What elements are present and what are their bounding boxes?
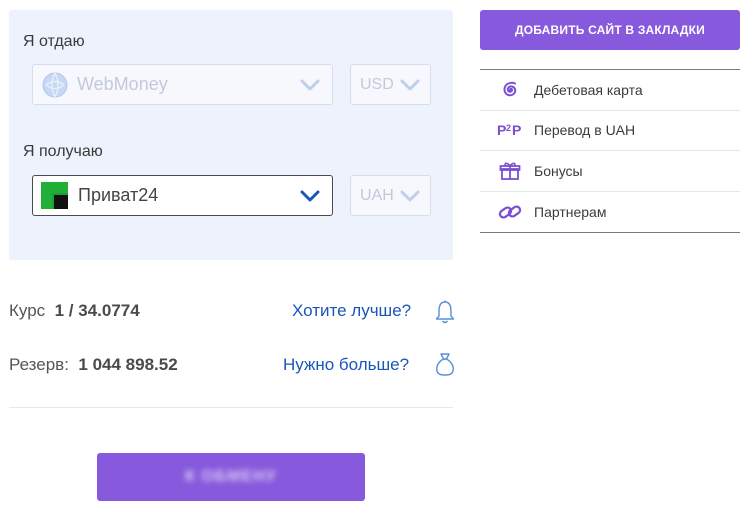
reserve-row: Резерв: 1 044 898.52 [9, 355, 178, 375]
bookmark-button[interactable]: ДОБАВИТЬ САЙТ В ЗАКЛАДКИ [480, 10, 740, 50]
svg-text:P: P [512, 122, 521, 138]
bell-icon[interactable] [434, 299, 456, 325]
sidebar-item-debit-card[interactable]: Дебетовая карта [480, 70, 740, 111]
svg-text:P: P [497, 122, 506, 138]
get-system-text: Приват24 [78, 185, 159, 205]
reserve-value: 1 044 898.52 [78, 355, 178, 374]
chevron-down-icon [300, 190, 320, 201]
privat24-icon [41, 182, 68, 209]
spiral-icon [497, 79, 523, 101]
chevron-down-icon [400, 79, 420, 90]
sidebar-item-bonuses[interactable]: Бонусы [480, 151, 740, 192]
sidebar-item-label: Перевод в UAH [534, 122, 636, 139]
get-system-select[interactable]: Приват24 [32, 175, 333, 216]
give-system-text: WebMoney [77, 74, 168, 94]
link-icon [497, 201, 523, 223]
chevron-down-icon [300, 79, 320, 90]
get-currency-text: UAH [360, 186, 394, 204]
divider [9, 407, 453, 408]
give-system-select[interactable]: WebMoney [32, 64, 333, 105]
rate-label: Курс [9, 301, 46, 320]
give-label: Я отдаю [23, 33, 85, 50]
get-currency-select[interactable]: UAH [350, 175, 431, 216]
chevron-down-icon [400, 190, 420, 201]
sidebar-item-uah-transfer[interactable]: P 2 P Перевод в UAH [480, 111, 740, 151]
rate-value: 1 / 34.0774 [54, 301, 140, 320]
exchange-button[interactable]: К ОБМЕНУ [97, 453, 365, 501]
rate-row: Курс 1 / 34.0774 [9, 301, 140, 321]
reserve-label: Резерв: [9, 355, 69, 374]
give-currency-text: USD [360, 75, 394, 93]
p2p-icon: P 2 P [497, 119, 523, 141]
need-more-link[interactable]: Нужно больше? [283, 355, 409, 375]
sidebar-item-label: Бонусы [534, 162, 583, 179]
sidebar-item-label: Дебетовая карта [534, 81, 643, 98]
better-rate-link[interactable]: Хотите лучше? [292, 301, 411, 321]
give-currency-select[interactable]: USD [350, 64, 431, 105]
money-bag-icon[interactable] [434, 351, 456, 377]
webmoney-icon [42, 72, 68, 98]
sidebar-item-partners[interactable]: Партнерам [480, 192, 740, 233]
sidebar-item-label: Партнерам [534, 203, 607, 220]
bookmark-button-label: ДОБАВИТЬ САЙТ В ЗАКЛАДКИ [515, 23, 705, 37]
get-label: Я получаю [23, 143, 103, 160]
gift-icon [497, 160, 523, 182]
svg-text:2: 2 [506, 123, 511, 133]
exchange-button-label: К ОБМЕНУ [185, 468, 277, 485]
sidebar-menu: Дебетовая карта P 2 P Перевод в UAH Бону… [480, 69, 740, 233]
